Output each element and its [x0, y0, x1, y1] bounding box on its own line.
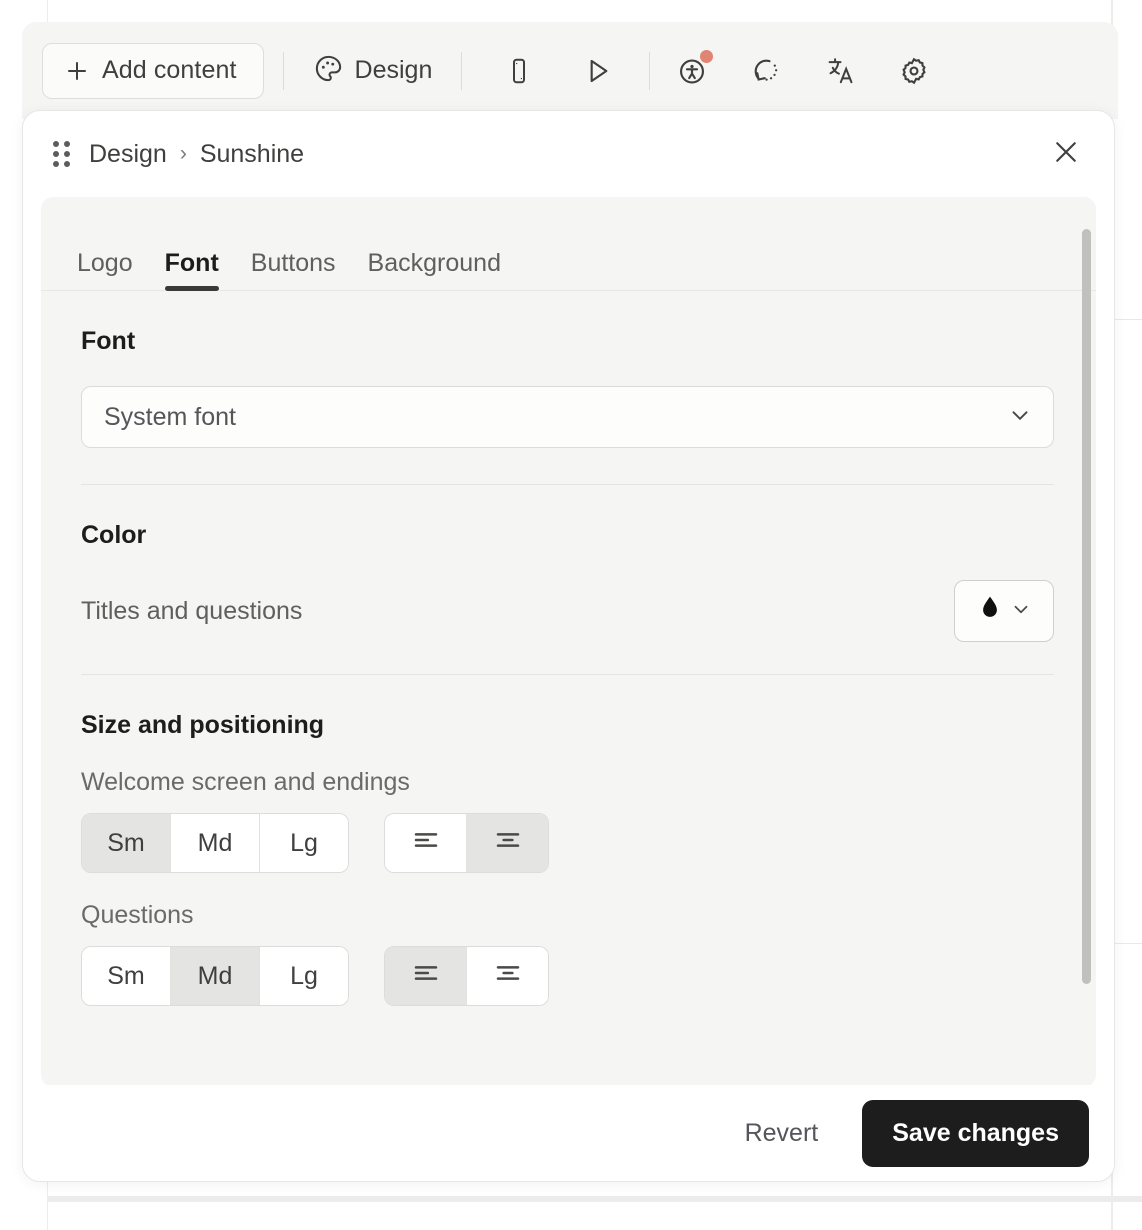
- content-scrollbar[interactable]: [1082, 219, 1091, 1075]
- welcome-size-md[interactable]: Md: [171, 814, 260, 872]
- divider-after-color: [81, 674, 1054, 675]
- divider-after-font: [81, 484, 1054, 485]
- close-button[interactable]: [1044, 132, 1088, 176]
- titles-and-questions-color-row: Titles and questions: [81, 580, 1054, 642]
- welcome-screen-endings-label: Welcome screen and endings: [81, 768, 410, 796]
- play-preview-icon: [581, 55, 613, 87]
- chevron-down-icon: [1007, 402, 1033, 433]
- add-content-label: Add content: [102, 56, 237, 84]
- mobile-preview-button[interactable]: [493, 45, 545, 97]
- font-family-value: System font: [104, 402, 236, 431]
- welcome-align-left-button[interactable]: [385, 814, 467, 872]
- titles-color-picker-button[interactable]: [954, 580, 1054, 642]
- design-button[interactable]: Design: [303, 45, 443, 97]
- drag-handle-icon[interactable]: [41, 134, 81, 174]
- color-chevron-down-icon: [1010, 598, 1032, 625]
- questions-align-center-button[interactable]: [467, 947, 548, 1005]
- size-positioning-section-title: Size and positioning: [81, 711, 325, 739]
- questions-controls: Sm Md Lg: [81, 946, 1074, 1006]
- panel-header: Design › Sunshine: [23, 111, 1114, 197]
- welcome-size-lg[interactable]: Lg: [260, 814, 348, 872]
- tab-buttons[interactable]: Buttons: [235, 251, 352, 290]
- translate-button[interactable]: [814, 45, 866, 97]
- questions-size-lg[interactable]: Lg: [260, 947, 348, 1005]
- welcome-align-center-button[interactable]: [467, 814, 548, 872]
- color-section-title: Color: [81, 521, 147, 549]
- breadcrumb-current: Sunshine: [199, 139, 305, 168]
- design-panel: Design › Sunshine Logo Font Buttons Back…: [22, 110, 1115, 1182]
- background-bottom-band: [48, 1196, 1142, 1202]
- reset-history-icon: [750, 55, 782, 87]
- welcome-alignment-segmented-control: [384, 813, 549, 873]
- revert-button[interactable]: Revert: [723, 1105, 841, 1162]
- settings-button[interactable]: [888, 45, 940, 97]
- accessibility-button[interactable]: [666, 45, 718, 97]
- questions-label: Questions: [81, 901, 194, 929]
- welcome-screen-controls: Sm Md Lg: [81, 813, 1074, 873]
- palette-icon: [313, 53, 344, 89]
- gear-icon: [898, 55, 930, 87]
- toolbar-divider-3: [649, 51, 651, 90]
- tab-logo[interactable]: Logo: [61, 251, 149, 290]
- mobile-preview-icon: [504, 56, 534, 86]
- design-settings-card: Logo Font Buttons Background Font System…: [41, 197, 1096, 1087]
- accessibility-notification-badge: [700, 49, 714, 63]
- reset-history-button[interactable]: [740, 45, 792, 97]
- drag-dots: [52, 141, 70, 167]
- align-left-icon: [411, 958, 441, 995]
- save-changes-button[interactable]: Save changes: [862, 1099, 1089, 1167]
- background-horizontal-rule-top: [1111, 319, 1142, 320]
- questions-align-left-button[interactable]: [385, 947, 467, 1005]
- font-section-title: Font: [81, 327, 136, 355]
- content-scrollbar-thumb[interactable]: [1082, 229, 1091, 984]
- breadcrumb-root[interactable]: Design: [89, 140, 167, 169]
- tab-font[interactable]: Font: [149, 251, 235, 291]
- breadcrumb-separator-icon: ›: [179, 142, 187, 165]
- align-left-icon: [411, 825, 441, 862]
- settings-content: Font System font Color Titles and questi…: [41, 291, 1096, 1087]
- play-preview-button[interactable]: [571, 45, 623, 97]
- welcome-size-segmented-control: Sm Md Lg: [81, 813, 349, 873]
- questions-alignment-segmented-control: [384, 946, 549, 1006]
- align-center-icon: [493, 825, 523, 862]
- questions-size-md[interactable]: Md: [171, 947, 260, 1005]
- design-label: Design: [354, 56, 433, 84]
- toolbar-divider-1: [282, 51, 284, 90]
- tab-background[interactable]: Background: [352, 251, 517, 290]
- questions-size-segmented-control: Sm Md Lg: [81, 946, 349, 1006]
- top-toolbar: Add content Design: [22, 22, 1118, 119]
- close-icon: [1051, 137, 1081, 172]
- welcome-size-sm[interactable]: Sm: [82, 814, 171, 872]
- titles-and-questions-label: Titles and questions: [81, 596, 303, 625]
- align-center-icon: [493, 958, 523, 995]
- translate-icon: [824, 55, 856, 87]
- font-family-select[interactable]: System font: [81, 386, 1054, 448]
- questions-size-sm[interactable]: Sm: [82, 947, 171, 1005]
- toolbar-divider-2: [461, 51, 463, 90]
- add-content-button[interactable]: Add content: [42, 42, 264, 99]
- plus-icon: [65, 59, 89, 83]
- color-droplet-icon: [977, 595, 1003, 628]
- panel-footer: Revert Save changes: [23, 1085, 1114, 1181]
- background-horizontal-rule-lower: [1111, 943, 1142, 944]
- settings-tabs: Logo Font Buttons Background: [41, 197, 1096, 291]
- breadcrumb: Design › Sunshine: [89, 140, 304, 169]
